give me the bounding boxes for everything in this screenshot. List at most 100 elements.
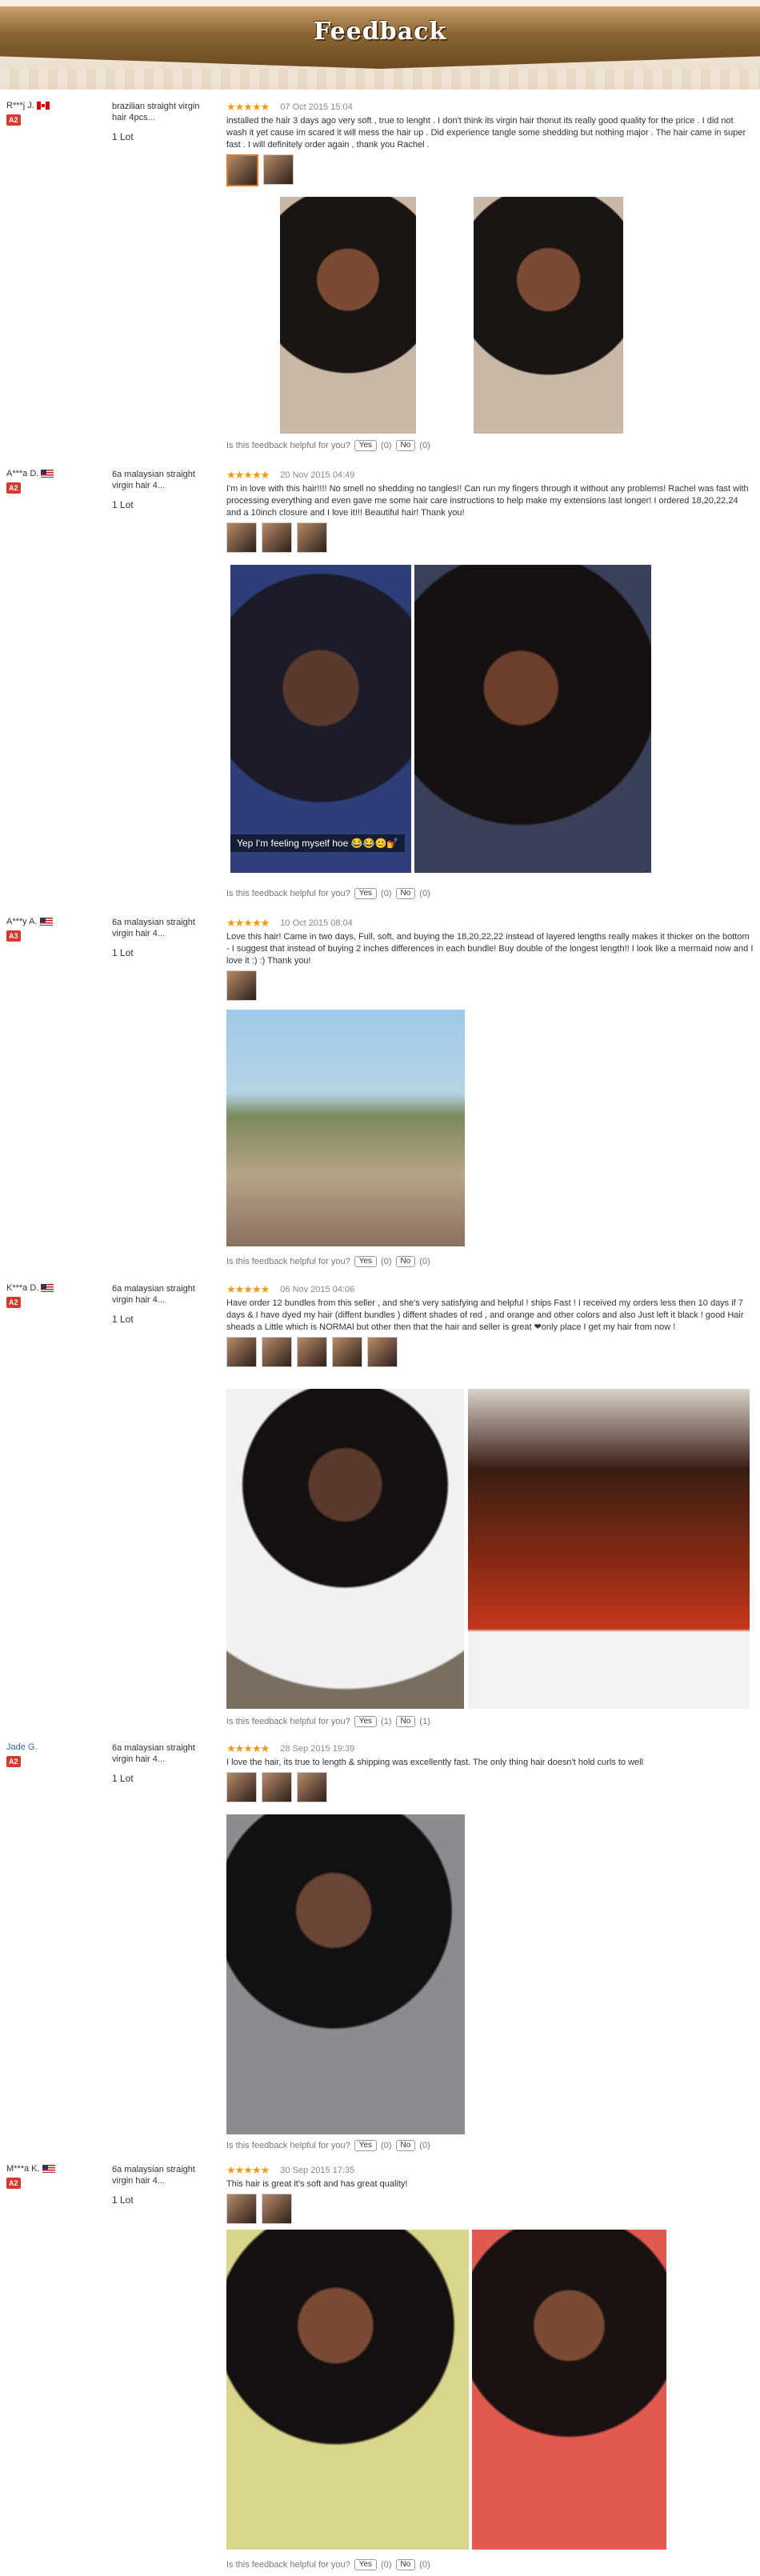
photo-thumbnail[interactable] (332, 1337, 362, 1367)
review-photo[interactable]: Yep I'm feeling myself hoe 😂😂😊💅 (230, 565, 411, 873)
us-flag-icon (41, 470, 54, 478)
photo-caption: Yep I'm feeling myself hoe 😂😂😊💅 (230, 834, 406, 852)
reviewer-name-text: K***a D. (6, 1283, 39, 1293)
helpful-yes-button[interactable]: Yes (354, 440, 378, 451)
us-flag-icon (39, 918, 53, 926)
buyer-level-badge: A2 (6, 2178, 21, 2189)
review-date: 20 Nov 2015 04:49 (280, 470, 355, 480)
product-quantity: 1 Lot (112, 499, 134, 510)
review-photo[interactable] (280, 197, 416, 434)
review-date: 28 Sep 2015 19:39 (280, 1744, 355, 1754)
review-photo[interactable] (226, 1814, 465, 2134)
reviewer-name: K***a D. (6, 1283, 102, 1293)
helpful-no-count: (0) (419, 889, 430, 898)
helpful-question: Is this feedback helpful for you? (226, 889, 350, 898)
helpful-no-button[interactable]: No (395, 1256, 416, 1267)
helpful-no-button[interactable]: No (395, 2559, 416, 2570)
page-title: Feedback (313, 18, 447, 46)
reviewer-name-text: A***a D. (6, 469, 39, 478)
reviewer-name-text: Jade G. (6, 1742, 38, 1752)
photo-thumbnail[interactable] (226, 970, 257, 1001)
review-photo[interactable] (472, 2230, 666, 2550)
star-rating: ★★★★★ (226, 1283, 270, 1295)
review-date: 06 Nov 2015 04:06 (280, 1285, 355, 1294)
photo-thumbnail[interactable] (297, 1337, 327, 1367)
helpful-no-count: (0) (419, 441, 430, 450)
review-item: Jade G. A2 6a malaysian straight virgin … (0, 1742, 760, 2158)
photo-thumbnail[interactable] (262, 2194, 292, 2224)
helpful-yes-button[interactable]: Yes (354, 2559, 378, 2570)
product-link[interactable]: 6a malaysian straight virgin hair 4... (112, 469, 216, 491)
review-text: This hair is great it's soft and has gre… (226, 2179, 408, 2189)
star-rating: ★★★★★ (226, 2164, 270, 2176)
review-text: I'm in love with this hair!!!! No smell … (226, 484, 749, 518)
review-text: installed the hair 3 days ago very soft … (226, 116, 746, 150)
helpful-yes-button[interactable]: Yes (354, 1256, 378, 1267)
star-rating: ★★★★★ (226, 1742, 270, 1754)
photo-thumbnail[interactable] (226, 154, 258, 186)
helpful-question: Is this feedback helpful for you? (226, 1717, 350, 1726)
photo-thumbnail[interactable] (263, 154, 294, 185)
helpful-yes-button[interactable]: Yes (354, 888, 378, 899)
helpful-no-button[interactable]: No (395, 1716, 416, 1727)
review-item: M***a K. A2 6a malaysian straight virgin… (0, 2164, 760, 2576)
photo-thumbnail[interactable] (262, 1337, 292, 1367)
photo-thumbnail[interactable] (226, 522, 257, 553)
product-quantity: 1 Lot (112, 1773, 134, 1784)
reviewer-name: A***y A. (6, 917, 102, 926)
helpful-yes-button[interactable]: Yes (354, 1716, 378, 1727)
photo-thumbnail[interactable] (367, 1337, 398, 1367)
helpful-question: Is this feedback helpful for you? (226, 1257, 350, 1266)
product-link[interactable]: 6a malaysian straight virgin hair 4... (112, 917, 216, 939)
helpful-no-count: (0) (419, 1257, 430, 1266)
review-item: R***j J. A2 brazilian straight virgin ha… (0, 101, 760, 453)
product-quantity: 1 Lot (112, 131, 134, 142)
helpful-no-count: (0) (419, 2141, 430, 2150)
feedback-banner: Feedback (0, 0, 760, 90)
review-photo[interactable] (226, 2230, 469, 2550)
photo-thumbnail[interactable] (297, 522, 327, 553)
review-photo[interactable] (226, 1389, 464, 1709)
reviewer-name: Jade G. (6, 1742, 102, 1752)
reviewer-name-text: M***a K. (6, 2164, 40, 2174)
banner-pattern (0, 69, 760, 90)
product-link[interactable]: 6a malaysian straight virgin hair 4... (112, 1283, 216, 1306)
buyer-level-badge: A2 (6, 1297, 21, 1308)
photo-thumbnail[interactable] (262, 522, 292, 553)
buyer-level-badge: A2 (6, 482, 21, 494)
helpful-yes-count: (0) (381, 889, 392, 898)
review-text: Love this hair! Came in two days, Full, … (226, 932, 754, 966)
helpful-yes-button[interactable]: Yes (354, 2140, 378, 2151)
buyer-level-badge: A3 (6, 930, 21, 942)
photo-thumbnail[interactable] (226, 1772, 257, 1802)
star-rating: ★★★★★ (226, 917, 270, 929)
reviewer-name: R***j J. (6, 101, 102, 110)
review-item: A***a D. A2 6a malaysian straight virgin… (0, 469, 760, 901)
helpful-yes-count: (0) (381, 1257, 392, 1266)
product-link[interactable]: 6a malaysian straight virgin hair 4... (112, 2164, 216, 2186)
review-photo[interactable] (474, 197, 623, 434)
us-flag-icon (42, 2165, 55, 2173)
photo-thumbnail[interactable] (262, 1772, 292, 1802)
canada-flag-icon (36, 102, 50, 110)
helpful-no-button[interactable]: No (395, 888, 416, 899)
photo-thumbnail[interactable] (297, 1772, 327, 1802)
product-link[interactable]: brazilian straight virgin hair 4pcs... (112, 101, 216, 123)
helpful-no-button[interactable]: No (395, 2140, 416, 2151)
helpful-yes-count: (0) (381, 2560, 392, 2570)
product-link[interactable]: 6a malaysian straight virgin hair 4... (112, 1742, 216, 1765)
reviewer-name: A***a D. (6, 469, 102, 478)
reviewer-name-text: A***y A. (6, 917, 38, 926)
buyer-level-badge: A2 (6, 1756, 21, 1767)
review-photo[interactable] (468, 1389, 750, 1709)
helpful-no-button[interactable]: No (395, 440, 416, 451)
review-photo[interactable] (226, 1010, 465, 1246)
review-photo[interactable] (414, 565, 651, 873)
photo-thumbnail[interactable] (226, 2194, 257, 2224)
product-quantity: 1 Lot (112, 1314, 134, 1325)
photo-thumbnail[interactable] (226, 1337, 257, 1367)
reviewer-name: M***a K. (6, 2164, 102, 2174)
review-date: 10 Oct 2015 08:04 (280, 918, 353, 928)
star-rating: ★★★★★ (226, 469, 270, 481)
product-quantity: 1 Lot (112, 947, 134, 958)
